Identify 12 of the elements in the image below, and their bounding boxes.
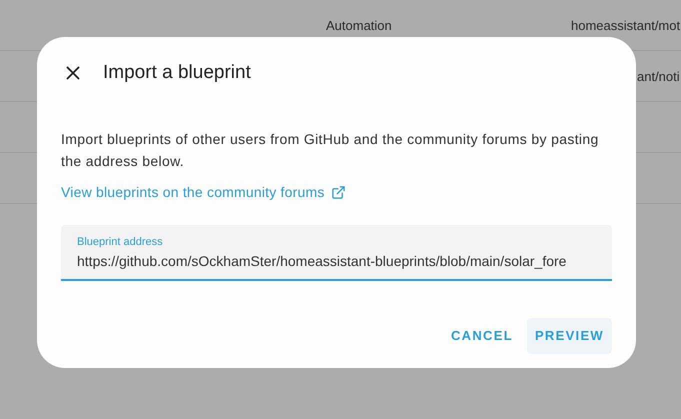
external-link-icon [330, 184, 346, 200]
community-forums-link[interactable]: View blueprints on the community forums [61, 182, 325, 202]
cancel-button[interactable]: CANCEL [442, 318, 521, 354]
blueprint-address-field[interactable]: Blueprint address https://github.com/sOckhamSter/homeassistant-blueprints/blob/main/solar_fore [61, 224, 612, 280]
dialog-title: Import a blueprint [103, 61, 251, 85]
field-value: https://github.com/sOckhamSter/homeassistant-blueprints/blob/main/solar_fore [77, 252, 568, 270]
table-cell-text: ant/noti [637, 68, 680, 86]
preview-button[interactable]: PREVIEW [526, 318, 612, 354]
table-cell-text: homeassistant/mot [571, 17, 680, 35]
description-text: Import blueprints of other users from GitHub and the community forums by pasting the address below. [61, 130, 600, 170]
table-cell-text: Automation [326, 17, 392, 35]
field-label: Blueprint address [77, 236, 164, 248]
